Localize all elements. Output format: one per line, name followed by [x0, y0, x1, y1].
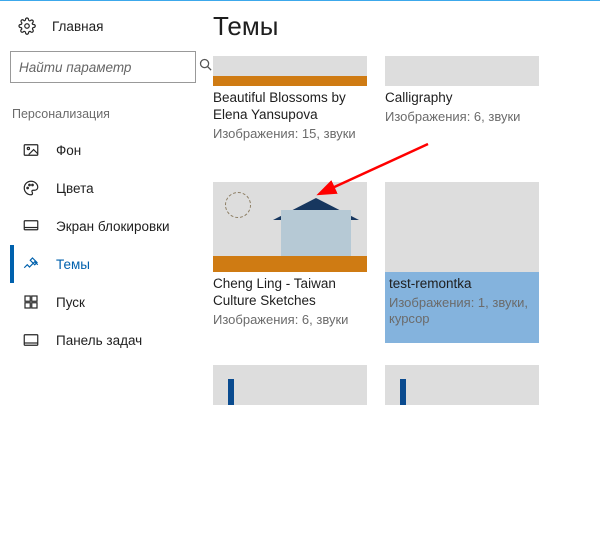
start-icon	[22, 293, 40, 311]
themes-grid: Beautiful Blossoms by Elena Yansupova Из…	[213, 56, 573, 405]
sidebar-item-taskbar[interactable]: Панель задач	[10, 321, 208, 359]
theme-meta: Изображения: 6, звуки	[213, 312, 367, 328]
home-label: Главная	[52, 19, 103, 34]
theme-name: Cheng Ling - Taiwan Culture Sketches	[213, 276, 367, 310]
home-link[interactable]: Главная	[10, 11, 208, 41]
theme-name: Calligraphy	[385, 90, 539, 107]
search-box[interactable]	[10, 51, 196, 83]
theme-meta: Изображения: 1, звуки, курсор	[385, 295, 539, 328]
theme-thumbnail	[385, 365, 539, 405]
theme-card[interactable]: Cheng Ling - Taiwan Culture Sketches Изо…	[213, 182, 367, 343]
sidebar-item-label: Цвета	[56, 181, 94, 196]
theme-card[interactable]	[213, 365, 367, 405]
theme-thumbnail	[385, 56, 539, 86]
palette-icon	[22, 179, 40, 197]
sidebar-item-colors[interactable]: Цвета	[10, 169, 208, 207]
gear-icon	[18, 17, 36, 35]
theme-meta: Изображения: 6, звуки	[385, 109, 539, 125]
sidebar-item-themes[interactable]: Темы	[10, 245, 208, 283]
sidebar-item-lockscreen[interactable]: Экран блокировки	[10, 207, 208, 245]
sidebar: Главная Персонализация Фон Цвета Э	[0, 1, 208, 553]
sidebar-item-label: Пуск	[56, 295, 85, 310]
section-caption: Персонализация	[10, 103, 208, 131]
theme-meta: Изображения: 15, звуки	[213, 126, 367, 142]
theme-thumbnail	[213, 365, 367, 405]
theme-name: test-remontka	[385, 276, 539, 293]
sidebar-item-label: Экран блокировки	[56, 219, 170, 234]
theme-thumbnail	[213, 56, 367, 86]
theme-thumbnail	[213, 182, 367, 272]
theme-card[interactable]: Beautiful Blossoms by Elena Yansupova Из…	[213, 56, 367, 142]
sidebar-item-background[interactable]: Фон	[10, 131, 208, 169]
sidebar-item-label: Панель задач	[56, 333, 142, 348]
taskbar-icon	[22, 331, 40, 349]
picture-icon	[22, 141, 40, 159]
theme-card-selected[interactable]: test-remontka Изображения: 1, звуки, кур…	[385, 182, 539, 343]
sidebar-item-label: Фон	[56, 143, 81, 158]
theme-card[interactable]	[385, 365, 539, 405]
theme-card[interactable]: Calligraphy Изображения: 6, звуки	[385, 56, 539, 142]
search-input[interactable]	[19, 60, 198, 75]
themes-icon	[22, 255, 40, 273]
lockscreen-icon	[22, 217, 40, 235]
page-title: Темы	[213, 11, 600, 42]
theme-thumbnail	[385, 182, 539, 272]
main-content: Темы Beautiful Blossoms by Elena Yansupo…	[208, 1, 600, 553]
sidebar-item-label: Темы	[56, 257, 90, 272]
theme-name: Beautiful Blossoms by Elena Yansupova	[213, 90, 367, 124]
sidebar-item-start[interactable]: Пуск	[10, 283, 208, 321]
